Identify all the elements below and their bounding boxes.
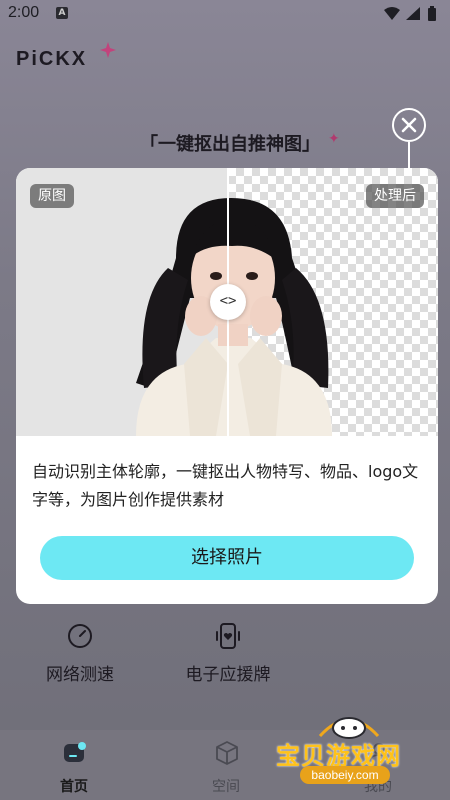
- close-button[interactable]: [392, 108, 426, 142]
- feature-description: 自动识别主体轮廓，一键抠出人物特写、物品、logo文字等，为图片创作提供素材: [32, 462, 419, 509]
- original-badge: 原图: [30, 184, 74, 208]
- compare-slider-handle[interactable]: <>: [210, 284, 246, 320]
- site-watermark: 宝贝游戏网 baobeiy.com: [270, 706, 430, 796]
- page-title: 「一键抠出自推神图」: [140, 134, 320, 155]
- tool-speed-test[interactable]: 网络测速: [20, 622, 140, 702]
- nav-label: 空间: [212, 779, 240, 795]
- app-indicator-icon: A: [56, 7, 68, 19]
- tool-electronic-banner[interactable]: 电子应援牌: [168, 622, 288, 702]
- status-time: 2:00: [8, 4, 40, 21]
- tool-label: 网络测速: [46, 665, 114, 685]
- before-after-compare[interactable]: <> 原图 处理后: [16, 168, 438, 436]
- nav-label: 首页: [60, 779, 88, 795]
- logo-spark-icon: [100, 42, 116, 58]
- speedometer-icon: [68, 624, 92, 648]
- status-bar: 2:00 A: [0, 0, 450, 28]
- brand-logo: PiCKX: [16, 42, 116, 72]
- signal-icon: [406, 7, 420, 20]
- nav-item-space[interactable]: 空间: [186, 738, 266, 798]
- processed-badge: 处理后: [366, 184, 424, 208]
- home-icon: [64, 742, 86, 762]
- phone-heart-icon: [216, 623, 240, 649]
- cube-icon: [216, 741, 238, 765]
- wifi-icon: [384, 7, 400, 20]
- watermark-url: baobeiy.com: [300, 766, 390, 784]
- battery-icon: [428, 8, 436, 21]
- logo-text: PiCKX: [16, 48, 88, 70]
- choose-photo-button[interactable]: 选择照片: [40, 536, 414, 580]
- nav-item-home[interactable]: 首页: [34, 738, 114, 798]
- cutout-intro-card: <> 原图 处理后 自动识别主体轮廓，一键抠出人物特写、物品、logo文字等，为…: [16, 168, 438, 604]
- sparkle-icon: ✦: [328, 131, 340, 147]
- close-icon: [401, 117, 417, 133]
- gamepad-icon: [318, 717, 380, 739]
- status-icons: [380, 6, 440, 22]
- tool-label: 电子应援牌: [185, 665, 271, 685]
